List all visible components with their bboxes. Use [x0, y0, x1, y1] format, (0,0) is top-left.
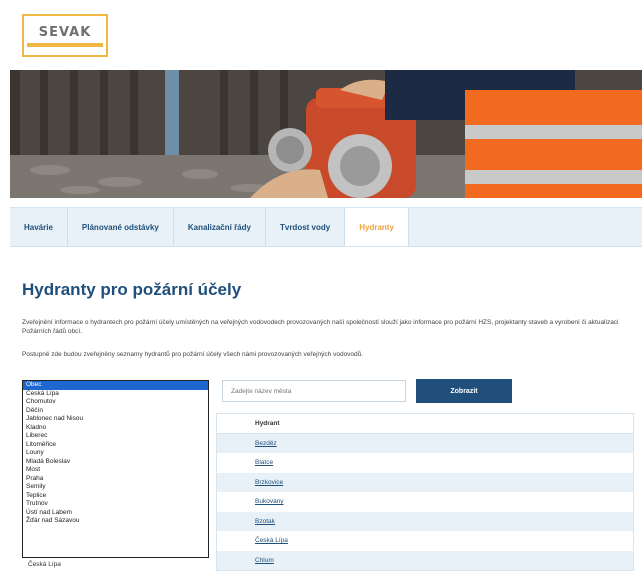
- select-option[interactable]: Děčín: [23, 407, 208, 416]
- page-title: Hydranty pro požární účely: [22, 280, 242, 299]
- logo-text: SEVAK: [38, 24, 92, 40]
- municipality-select-dropdown[interactable]: Obec Česká Lípa Chomutov Děčín Jablonec nad …: [22, 380, 209, 558]
- tab-havarie[interactable]: Havárie: [10, 208, 68, 246]
- logo[interactable]: SEVAK: [22, 14, 108, 57]
- tab-planovane-odstavky[interactable]: Plánované odstávky: [68, 208, 174, 246]
- select-option[interactable]: Kladno: [23, 424, 208, 433]
- hero-image: [10, 70, 642, 198]
- logo-underline: [27, 42, 103, 47]
- hydrant-link[interactable]: Bezděz: [255, 440, 277, 447]
- hydrant-link[interactable]: Česká Lípa: [255, 537, 288, 544]
- select-option[interactable]: Louny: [23, 449, 208, 458]
- tab-kanalizacni-rady[interactable]: Kanalizační řády: [174, 208, 266, 246]
- hydrant-link[interactable]: Bzotak: [255, 518, 275, 525]
- select-option[interactable]: Mladá Boleslav: [23, 458, 208, 467]
- select-option[interactable]: Praha: [23, 475, 208, 484]
- select-option[interactable]: Trutnov: [23, 500, 208, 509]
- city-search-input[interactable]: [222, 380, 406, 402]
- select-option[interactable]: Chomutov: [23, 398, 208, 407]
- table-row: Chlum: [217, 550, 633, 570]
- select-option[interactable]: Jablonec nad Nisou: [23, 415, 208, 424]
- intro-text: Zveřejnění informace o hydrantech pro po…: [22, 319, 619, 335]
- select-option[interactable]: Ústí nad Labem: [23, 509, 208, 518]
- show-button[interactable]: Zobrazit: [416, 379, 512, 403]
- main-nav: Havárie Plánované odstávky Kanalizační ř…: [10, 207, 642, 247]
- tab-tvrdost-vody[interactable]: Tvrdost vody: [266, 208, 346, 246]
- select-option[interactable]: Semily: [23, 483, 208, 492]
- column-header-hydrant: Hydrant: [255, 419, 280, 427]
- select-option[interactable]: Litoměřice: [23, 441, 208, 450]
- table-header: Hydrant: [217, 414, 633, 434]
- select-option[interactable]: Liberec: [23, 432, 208, 441]
- table-row: Bzotak: [217, 511, 633, 531]
- hydrant-link[interactable]: Bukovany: [255, 498, 284, 505]
- instruction-text: Postupně zde budou zveřejněny seznamy hy…: [22, 351, 364, 358]
- hydrant-link[interactable]: Chlum: [255, 557, 274, 564]
- tab-hydranty[interactable]: Hydranty: [345, 208, 409, 246]
- select-option[interactable]: Žďár nad Sázavou: [23, 517, 208, 526]
- select-option[interactable]: Obec: [23, 381, 208, 390]
- table-row: Bukovany: [217, 492, 633, 512]
- hydrant-table: Hydrant Bezděz Blatce Brzkovice Bukovany Bzo…: [216, 413, 634, 571]
- table-row: Brzkovice: [217, 472, 633, 492]
- select-option[interactable]: Česká Lípa: [23, 390, 208, 399]
- table-row: Bezděz: [217, 433, 633, 453]
- select-option[interactable]: Most: [23, 466, 208, 475]
- table-row: Česká Lípa: [217, 531, 633, 551]
- hydrant-link[interactable]: Blatce: [255, 459, 273, 466]
- select-underlying-value: Česká Lípa: [28, 561, 61, 568]
- select-option[interactable]: Teplice: [23, 492, 208, 501]
- table-row: Blatce: [217, 453, 633, 473]
- hydrant-photo: [10, 70, 642, 198]
- hydrant-link[interactable]: Brzkovice: [255, 479, 283, 486]
